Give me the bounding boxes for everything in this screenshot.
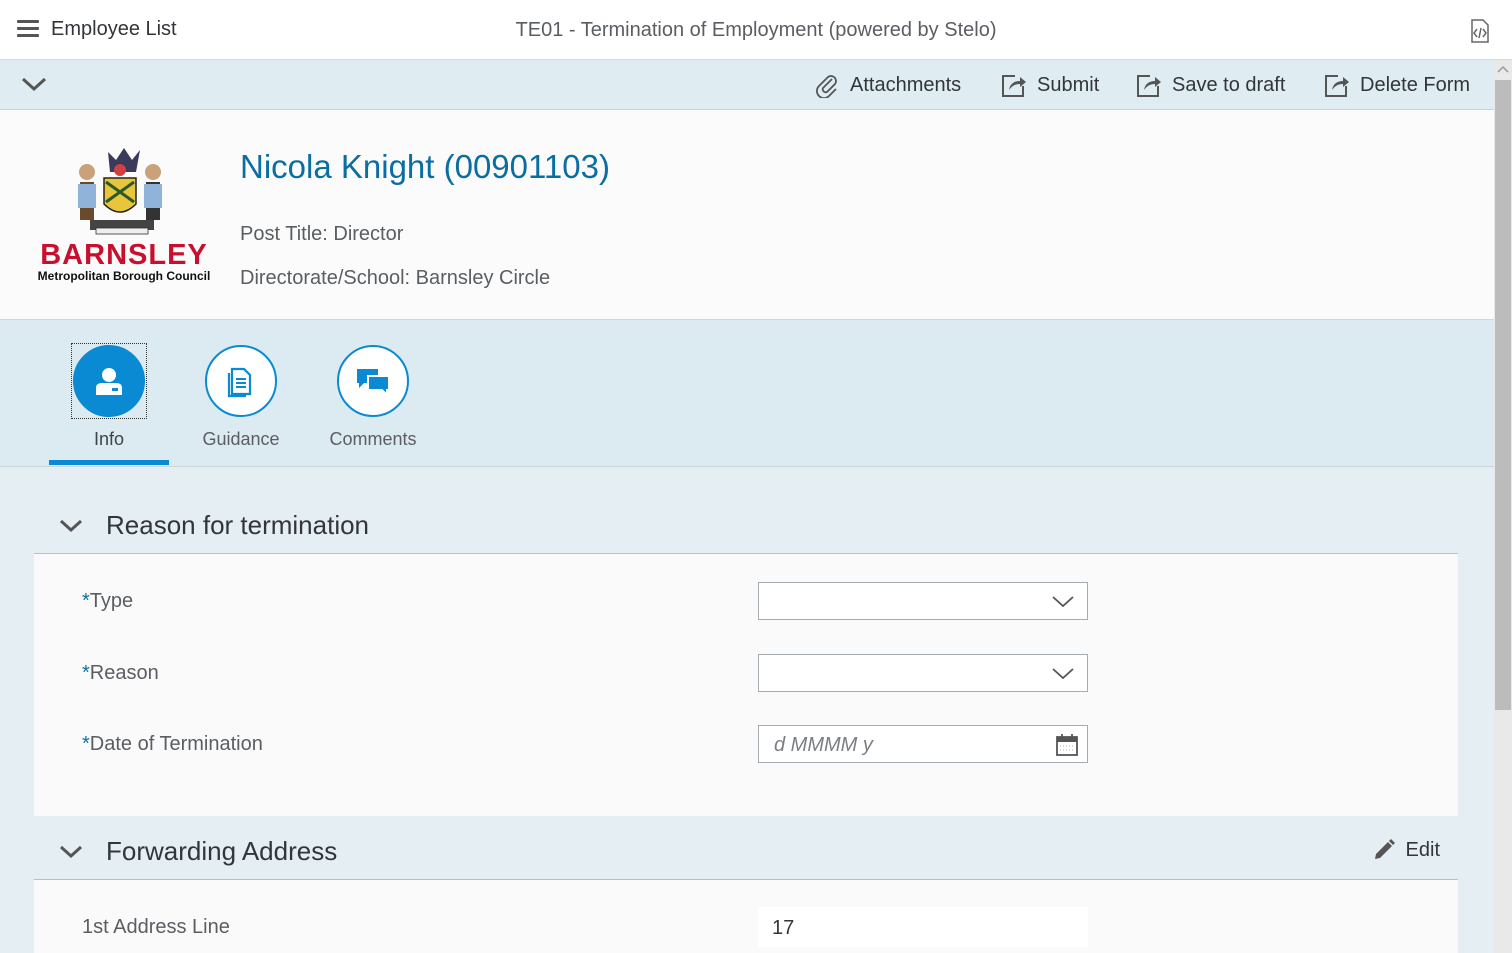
date-of-termination-picker[interactable]: d MMMM y xyxy=(758,725,1088,763)
menu-icon[interactable] xyxy=(17,20,39,38)
comments-icon xyxy=(357,369,390,398)
icon-tab-bar: Info Guidance Comments xyxy=(0,320,1494,467)
reason-select[interactable] xyxy=(758,654,1088,692)
tab-info-label: Info xyxy=(93,429,125,449)
reason-field-label: *Reason xyxy=(82,662,159,684)
address-line1-label: 1st Address Line xyxy=(82,916,230,938)
type-field-label: *Type xyxy=(82,590,134,612)
scroll-up-arrow-icon[interactable] xyxy=(1497,64,1509,74)
required-marker: * xyxy=(82,733,90,755)
scrollbar-thumb[interactable] xyxy=(1495,80,1511,710)
save-to-draft-button[interactable]: Save to draft xyxy=(1136,71,1285,99)
directorate: Directorate/School: Barnsley Circle xyxy=(240,267,551,289)
svg-text:BARNSLEY: BARNSLEY xyxy=(40,239,208,271)
tab-guidance-circle xyxy=(205,345,277,417)
reason-section-header: Reason for termination xyxy=(34,498,1458,554)
share-icon xyxy=(1137,75,1161,97)
pencil-icon xyxy=(1374,839,1395,859)
app-title: TE01 - Termination of Employment (powere… xyxy=(515,19,997,41)
post-title: Post Title: Director xyxy=(240,223,404,245)
calendar-icon[interactable] xyxy=(1055,733,1079,757)
save-to-draft-label: Save to draft xyxy=(1172,73,1286,96)
employee-list-link[interactable]: Employee List xyxy=(51,18,177,41)
shell-bar: Employee List TE01 - Termination of Empl… xyxy=(0,0,1512,60)
address-line1-value[interactable]: 17 xyxy=(758,907,1088,947)
person-icon xyxy=(96,368,122,395)
reason-section-panel: *Type *Reason *Date of Termination d MMM… xyxy=(34,554,1458,816)
submit-button[interactable]: Submit xyxy=(1001,71,1099,99)
date-placeholder: d MMMM y xyxy=(774,734,873,756)
form-content: Reason for termination *Type *Reason *Da… xyxy=(0,467,1494,953)
tab-comments-circle xyxy=(337,345,409,417)
attachments-button[interactable]: Attachments xyxy=(814,71,961,99)
forwarding-section-header: Forwarding Address Edit xyxy=(34,824,1458,880)
submit-label: Submit xyxy=(1037,73,1100,96)
chevron-down-icon[interactable] xyxy=(1051,664,1075,682)
document-icon xyxy=(227,367,252,398)
tab-info[interactable]: Info xyxy=(49,343,169,450)
tab-comments[interactable]: Comments xyxy=(313,345,433,450)
employee-name: Nicola Knight (00901103) xyxy=(240,148,610,185)
required-marker: * xyxy=(82,662,90,684)
type-select[interactable] xyxy=(758,582,1088,620)
tab-focus-ring xyxy=(71,343,147,419)
tab-guidance-label: Guidance xyxy=(202,429,280,449)
object-header: BARNSLEY Metropolitan Borough Council Ni… xyxy=(0,110,1494,320)
barnsley-council-logo: BARNSLEY Metropolitan Borough Council xyxy=(38,148,211,283)
edit-button[interactable]: Edit xyxy=(1372,838,1440,862)
delete-form-button[interactable]: Delete Form xyxy=(1324,71,1470,99)
view-source-icon[interactable] xyxy=(1466,18,1492,44)
tab-comments-label: Comments xyxy=(329,429,417,449)
delete-form-label: Delete Form xyxy=(1360,73,1471,96)
forwarding-section-title: Forwarding Address xyxy=(106,836,338,866)
reason-section-title: Reason for termination xyxy=(106,510,370,540)
forwarding-section-panel: 1st Address Line 17 xyxy=(34,880,1458,953)
svg-text:Metropolitan Borough Council: Metropolitan Borough Council xyxy=(38,269,211,283)
chevron-down-icon[interactable] xyxy=(58,514,84,538)
tab-info-circle xyxy=(73,345,145,417)
required-marker: * xyxy=(82,590,90,612)
share-icon xyxy=(1002,75,1026,97)
date-field-label: *Date of Termination xyxy=(82,733,263,755)
chevron-down-icon[interactable] xyxy=(58,840,84,864)
chevron-down-icon[interactable] xyxy=(20,72,48,96)
share-icon xyxy=(1325,75,1349,97)
active-tab-indicator xyxy=(49,460,169,465)
tab-guidance[interactable]: Guidance xyxy=(181,345,301,450)
paperclip-icon xyxy=(816,75,837,98)
form-toolbar: Attachments Submit Save to draft Delete … xyxy=(0,60,1494,110)
chevron-down-icon[interactable] xyxy=(1051,592,1075,610)
edit-label: Edit xyxy=(1405,838,1440,861)
attachments-label: Attachments xyxy=(850,73,962,96)
